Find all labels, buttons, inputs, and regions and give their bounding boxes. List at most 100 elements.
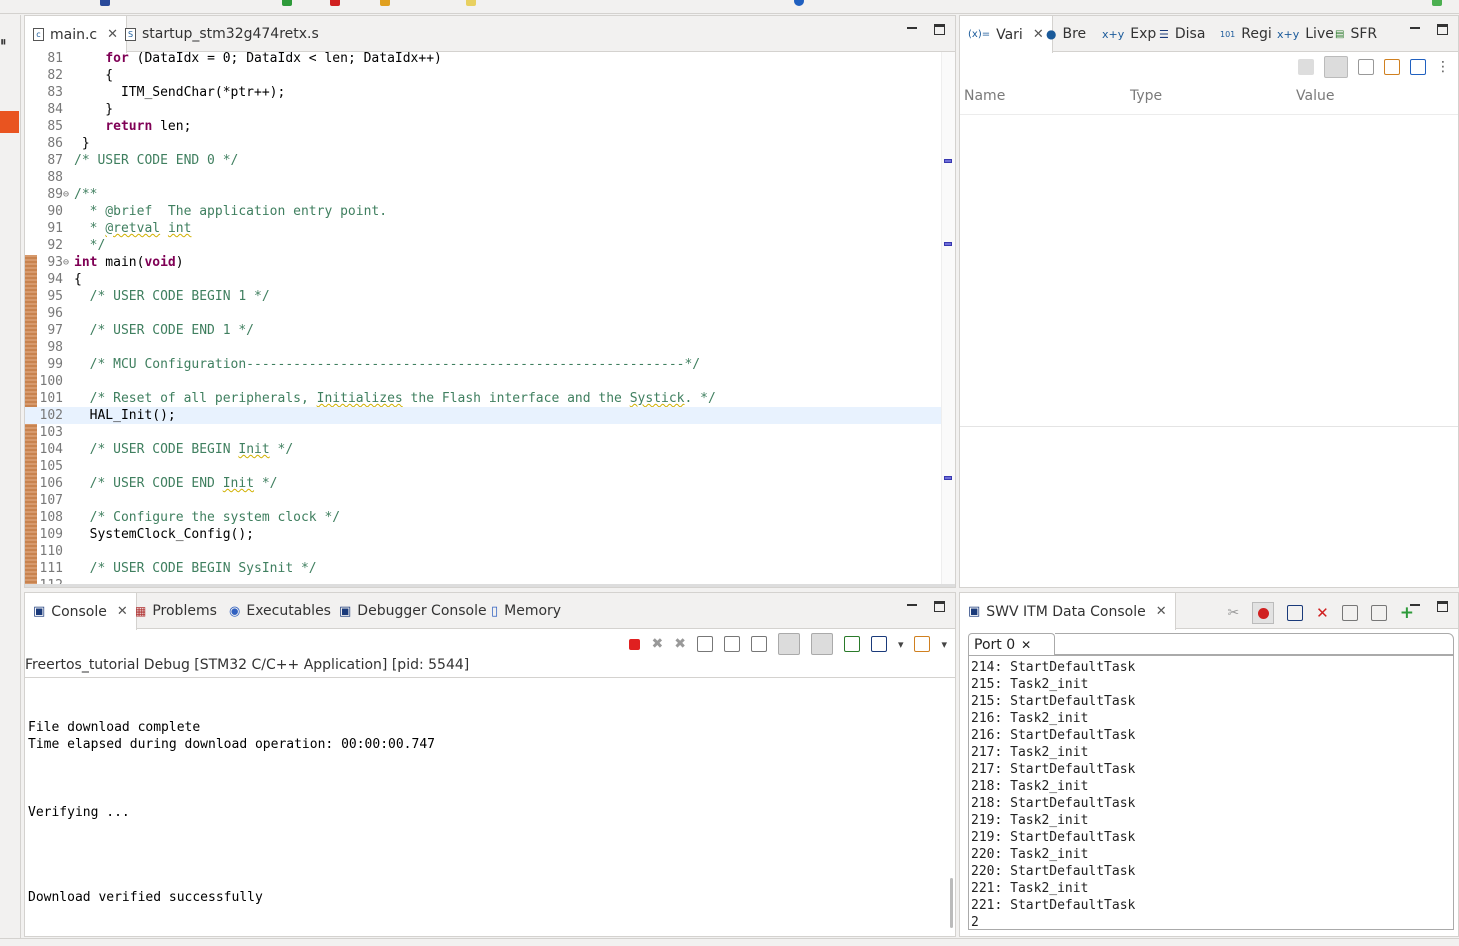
code-line[interactable]: 91 * @retval int xyxy=(25,220,941,237)
pin-icon[interactable] xyxy=(1410,59,1426,75)
tab-sfr[interactable]: ▤ SFR xyxy=(1327,16,1385,52)
start-trace-button[interactable] xyxy=(1252,602,1275,624)
code-line[interactable]: 109 SystemClock_Config(); xyxy=(25,526,941,543)
layout-icon[interactable] xyxy=(1358,59,1374,75)
overview-mark[interactable] xyxy=(944,476,952,480)
code-line[interactable]: 101 /* Reset of all peripherals, Initial… xyxy=(25,390,941,407)
tab-disassembly[interactable]: ☰ Disa xyxy=(1151,16,1213,52)
code-line[interactable]: 81 for (DataIdx = 0; DataIdx < len; Data… xyxy=(25,52,941,67)
resume-icon[interactable] xyxy=(282,0,292,6)
debug-icon[interactable] xyxy=(100,0,110,6)
save-icon[interactable] xyxy=(1287,605,1304,621)
minimize-icon[interactable] xyxy=(906,24,918,36)
tab-problems[interactable]: ▦ Problems xyxy=(127,593,225,629)
line-number[interactable]: 109 xyxy=(39,526,63,543)
line-number[interactable]: 96 xyxy=(39,305,63,322)
line-number[interactable]: 90 xyxy=(39,203,63,220)
code-line[interactable]: 87 /* USER CODE END 0 */ xyxy=(25,152,941,169)
line-number[interactable]: 91 xyxy=(39,220,63,237)
clear-icon[interactable] xyxy=(1341,605,1358,621)
line-number[interactable]: 84 xyxy=(39,101,63,118)
detail-pane-divider[interactable] xyxy=(960,426,1458,427)
column-name[interactable]: Name xyxy=(964,88,1005,104)
show-on-stdout-icon[interactable] xyxy=(777,633,800,655)
code-line[interactable]: 89 ⊖ /** xyxy=(25,186,941,203)
remove-icon[interactable]: ✕ xyxy=(1316,604,1329,622)
step-icon[interactable] xyxy=(380,0,390,6)
show-type-names-icon[interactable] xyxy=(1324,56,1348,78)
display-console-icon[interactable] xyxy=(870,636,887,652)
tab-swv-itm[interactable]: ▣ SWV ITM Data Console ✕ xyxy=(960,593,1176,630)
tab-debugger-console[interactable]: ▣ Debugger Console xyxy=(331,593,495,629)
perspective-icon[interactable] xyxy=(1432,0,1442,6)
code-line[interactable]: 108 /* Configure the system clock */ xyxy=(25,509,941,526)
close-icon[interactable]: ✕ xyxy=(1156,604,1167,619)
line-number[interactable]: 85 xyxy=(39,118,63,135)
line-number[interactable]: 82 xyxy=(39,67,63,84)
remove-all-icon[interactable]: ✖ xyxy=(674,636,686,652)
configure-trace-icon[interactable]: ✂ xyxy=(1227,605,1239,621)
code-line[interactable]: 84 } xyxy=(25,101,941,118)
line-number[interactable]: 81 xyxy=(39,52,63,67)
console-scrollbar[interactable] xyxy=(950,878,953,928)
code-line[interactable]: 97 /* USER CODE END 1 */ xyxy=(25,322,941,339)
tab-memory[interactable]: ▯ Memory xyxy=(483,593,569,629)
maximize-icon[interactable] xyxy=(934,24,945,35)
line-number[interactable]: 103 xyxy=(39,424,63,441)
code-line[interactable]: 85 return len; xyxy=(25,118,941,135)
line-number[interactable]: 106 xyxy=(39,475,63,492)
line-number[interactable]: 94 xyxy=(39,271,63,288)
code-line[interactable]: 102 HAL_Init(); xyxy=(25,407,941,424)
line-number[interactable]: 87 xyxy=(39,152,63,169)
view-menu-icon[interactable]: ⋮ xyxy=(1436,59,1450,75)
line-number[interactable]: 105 xyxy=(39,458,63,475)
line-number[interactable]: 83 xyxy=(39,84,63,101)
show-on-stderr-icon[interactable] xyxy=(810,633,833,655)
line-number[interactable]: 93 xyxy=(39,254,63,271)
code-line[interactable]: 110 xyxy=(25,543,941,560)
fold-toggle-icon[interactable]: ⊖ xyxy=(63,186,69,203)
code-line[interactable]: 86 } xyxy=(25,135,941,152)
code-line[interactable]: 99 /* MCU Configuration-----------------… xyxy=(25,356,941,373)
code-line[interactable]: 105 xyxy=(25,458,941,475)
collapse-all-icon[interactable] xyxy=(1298,59,1314,75)
minimize-icon[interactable] xyxy=(1409,24,1421,36)
code-line[interactable]: 83 ITM_SendChar(*ptr++); xyxy=(25,84,941,101)
fold-toggle-icon[interactable]: ⊖ xyxy=(63,254,69,271)
line-number[interactable]: 100 xyxy=(39,373,63,390)
horizontal-scrollbar[interactable] xyxy=(25,584,955,587)
code-line[interactable]: 111 /* USER CODE BEGIN SysInit */ xyxy=(25,560,941,577)
line-number[interactable]: 111 xyxy=(39,560,63,577)
code-line[interactable]: 107 xyxy=(25,492,941,509)
clear-console-icon[interactable] xyxy=(696,636,713,652)
column-type[interactable]: Type xyxy=(1130,88,1162,104)
maximize-icon[interactable] xyxy=(934,601,945,612)
code-line[interactable]: 95 /* USER CODE BEGIN 1 */ xyxy=(25,288,941,305)
code-line[interactable]: 93 ⊖ int main(void) xyxy=(25,254,941,271)
minimize-icon[interactable] xyxy=(906,601,918,613)
code-line[interactable]: 96 xyxy=(25,305,941,322)
chevron-down-icon[interactable]: ▾ xyxy=(898,638,904,651)
tab-breakpoints[interactable]: ● Bre xyxy=(1038,16,1094,52)
chevron-down-icon[interactable]: ▾ xyxy=(941,638,947,651)
code-line[interactable]: 98 xyxy=(25,339,941,356)
line-number[interactable]: 101 xyxy=(39,390,63,407)
line-number[interactable]: 98 xyxy=(39,339,63,356)
line-number[interactable]: 104 xyxy=(39,441,63,458)
code-line[interactable]: 100 xyxy=(25,373,941,390)
code-line[interactable]: 92 */ xyxy=(25,237,941,254)
scroll-lock-icon[interactable] xyxy=(723,636,740,652)
line-number[interactable]: 88 xyxy=(39,169,63,186)
maximize-icon[interactable] xyxy=(1437,601,1448,612)
tab-console[interactable]: ▣ Console ✕ xyxy=(25,593,137,630)
code-line[interactable]: 88 xyxy=(25,169,941,186)
minimize-icon[interactable] xyxy=(1409,601,1421,613)
new-view-icon[interactable] xyxy=(1384,59,1400,75)
overview-mark[interactable] xyxy=(944,242,952,246)
tab-startup-s[interactable]: S startup_stm32g474retx.s xyxy=(117,16,327,52)
column-value[interactable]: Value xyxy=(1296,88,1334,104)
terminate-icon[interactable] xyxy=(629,638,641,650)
tab-main-c[interactable]: c main.c ✕ xyxy=(25,16,128,53)
line-number[interactable]: 92 xyxy=(39,237,63,254)
restore-icon[interactable]: ⏸ xyxy=(0,35,7,50)
